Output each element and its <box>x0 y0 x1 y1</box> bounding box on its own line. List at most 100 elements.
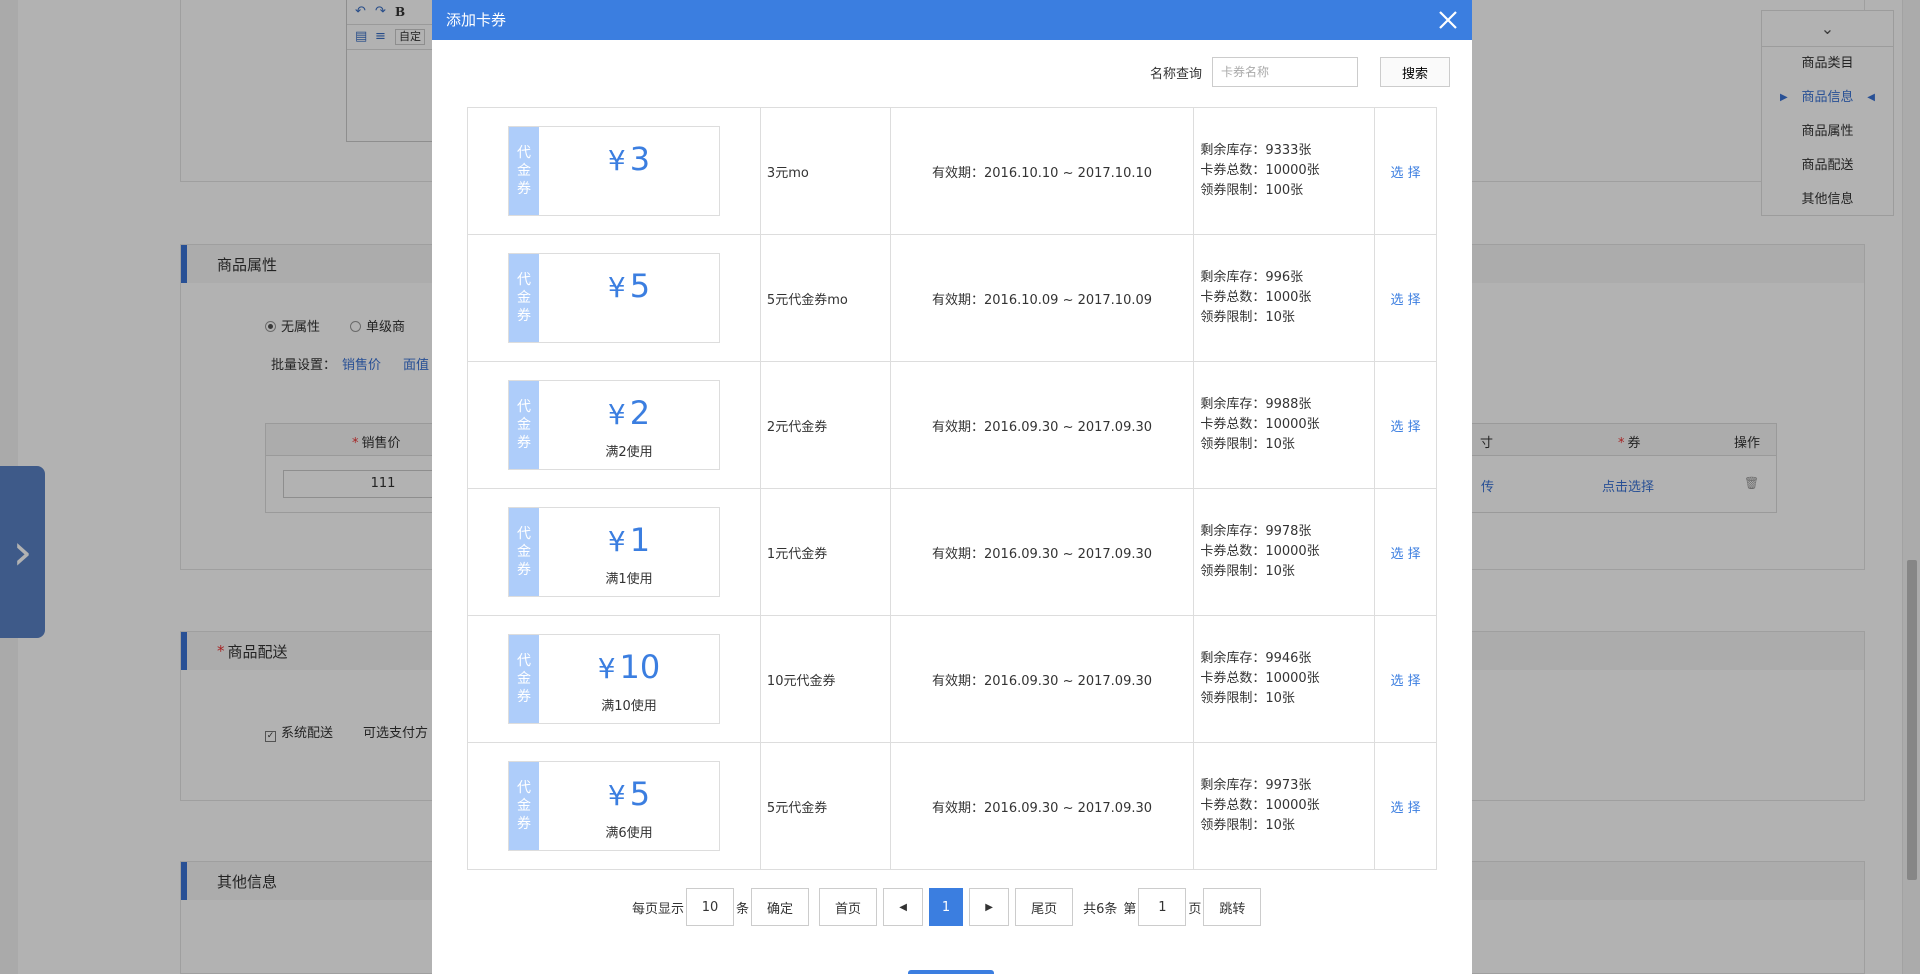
coupon-stock-cell: 剩余库存：9978张 卡券总数：10000张 领券限制：10张 <box>1193 488 1376 616</box>
select-coupon-link[interactable]: 选 择 <box>1390 166 1420 181</box>
coupon-action-cell: 选 择 <box>1374 488 1437 616</box>
coupon-total: 卡券总数：10000张 <box>1200 798 1320 813</box>
coupon-action-cell: 选 择 <box>1374 361 1437 489</box>
per-page-input[interactable]: 10 <box>686 888 735 926</box>
coupon-total: 卡券总数：10000张 <box>1200 163 1320 178</box>
coupon-tag: 代金券 <box>509 127 539 215</box>
yen-symbol: ¥ <box>607 525 626 558</box>
coupon-limit: 领券限制：10张 <box>1200 564 1295 579</box>
coupon-card: 代金券 ¥3 <box>508 126 720 216</box>
coupon-card-cell: 代金券 ¥5 <box>467 234 761 362</box>
select-coupon-link[interactable]: 选 择 <box>1390 674 1420 689</box>
coupon-validity: 有效期：2016.10.09 ~ 2017.10.09 <box>889 234 1195 362</box>
coupon-stock: 剩余库存：9988张 <box>1200 397 1312 412</box>
yen-symbol: ¥ <box>597 652 616 685</box>
select-coupon-link[interactable]: 选 择 <box>1390 293 1420 308</box>
close-icon[interactable] <box>1434 6 1462 34</box>
coupon-card: 代金券 ¥5 满6使用 <box>508 761 720 851</box>
coupon-card: 代金券 ¥5 <box>508 253 720 343</box>
select-coupon-link[interactable]: 选 择 <box>1390 801 1420 816</box>
modal-header: 添加卡券 <box>432 0 1472 40</box>
coupon-limit: 领券限制：10张 <box>1200 310 1295 325</box>
coupon-card: 代金券 ¥2 满2使用 <box>508 380 720 470</box>
pagination: 每页显示 10 条 确定 首页 ◀ 1 ▶ 尾页 共6条 第 1 页 跳转 <box>632 888 1262 926</box>
coupon-validity: 有效期：2016.09.30 ~ 2017.09.30 <box>889 742 1195 870</box>
coupon-tag: 代金券 <box>509 762 539 850</box>
coupon-condition: 满6使用 <box>605 826 653 841</box>
search-button[interactable]: 搜索 <box>1380 57 1450 87</box>
coupon-total: 卡券总数：10000张 <box>1200 671 1320 686</box>
coupon-limit: 领券限制：10张 <box>1200 437 1295 452</box>
coupon-card: 代金券 ¥1 满1使用 <box>508 507 720 597</box>
coupon-total: 卡券总数：1000张 <box>1200 290 1312 305</box>
page-suffix: 页 <box>1188 901 1202 917</box>
coupon-row: 代金券 ¥5 5元代金券mo 有效期：2016.10.09 ~ 2017.10.09 剩… <box>467 234 1437 362</box>
coupon-amount: ¥5 <box>607 775 651 813</box>
jump-page-input[interactable]: 1 <box>1138 888 1187 926</box>
coupon-action-cell: 选 择 <box>1374 234 1437 362</box>
yen-symbol: ¥ <box>607 144 626 177</box>
next-page-icon[interactable]: ▶ <box>969 888 1010 926</box>
page-prefix: 第 <box>1123 901 1137 917</box>
coupon-name: 2元代金券 <box>759 361 891 489</box>
coupon-action-cell: 选 择 <box>1374 615 1437 743</box>
coupon-tag: 代金券 <box>509 508 539 596</box>
search-bar: 名称查询 搜索 <box>1150 57 1450 87</box>
coupon-tag: 代金券 <box>509 254 539 342</box>
coupon-row: 代金券 ¥5 满6使用 5元代金券 有效期：2016.09.30 ~ 2017.09.3… <box>467 742 1437 870</box>
coupon-stock: 剩余库存：9973张 <box>1200 778 1312 793</box>
last-page-button[interactable]: 尾页 <box>1015 888 1074 926</box>
jump-button[interactable]: 跳转 <box>1203 888 1262 926</box>
coupon-amount: ¥2 <box>607 394 651 432</box>
search-label: 名称查询 <box>1149 66 1202 82</box>
coupon-tag: 代金券 <box>509 635 539 723</box>
first-page-button[interactable]: 首页 <box>819 888 878 926</box>
coupon-condition: 满10使用 <box>601 699 657 714</box>
yen-symbol: ¥ <box>607 398 626 431</box>
coupon-row: 代金券 ¥3 3元mo 有效期：2016.10.10 ~ 2017.10.10 剩余库存… <box>467 107 1437 235</box>
coupon-stock: 剩余库存：9333张 <box>1200 143 1312 158</box>
coupon-condition: 满1使用 <box>605 572 653 587</box>
yen-symbol: ¥ <box>607 271 626 304</box>
select-coupon-link[interactable]: 选 择 <box>1390 547 1420 562</box>
per-page-label: 每页显示 <box>632 901 685 917</box>
add-coupon-modal: 添加卡券 名称查询 搜索 代金券 ¥3 3元mo有效期：2016.10.10 ~ 2… <box>432 0 1472 974</box>
coupon-stock: 剩余库存：996张 <box>1200 270 1304 285</box>
per-page-confirm-button[interactable]: 确定 <box>751 888 810 926</box>
coupon-action-cell: 选 择 <box>1374 107 1437 235</box>
coupon-condition: 满2使用 <box>605 445 653 460</box>
coupon-amount: ¥5 <box>607 267 651 305</box>
coupon-card: 代金券 ¥10 满10使用 <box>508 634 720 724</box>
select-coupon-link[interactable]: 选 择 <box>1390 420 1420 435</box>
coupon-stock: 剩余库存：9946张 <box>1200 651 1312 666</box>
coupon-limit: 领券限制：10张 <box>1200 691 1295 706</box>
coupon-stock-cell: 剩余库存：9946张 卡券总数：10000张 领券限制：10张 <box>1193 615 1376 743</box>
total-count: 共6条 <box>1083 901 1118 917</box>
coupon-table-body: 代金券 ¥3 3元mo 有效期：2016.10.10 ~ 2017.10.10 剩余库存… <box>467 107 1437 870</box>
coupon-table: 代金券 ¥3 3元mo 有效期：2016.10.10 ~ 2017.10.10 剩余库存… <box>467 107 1437 870</box>
coupon-total: 卡券总数：10000张 <box>1200 544 1320 559</box>
coupon-limit: 领券限制：100张 <box>1200 183 1304 198</box>
coupon-name: 3元mo <box>759 107 891 235</box>
coupon-stock-cell: 剩余库存：996张 卡券总数：1000张 领券限制：10张 <box>1193 234 1376 362</box>
page-1-button[interactable]: 1 <box>929 888 964 926</box>
coupon-total: 卡券总数：10000张 <box>1200 417 1320 432</box>
prev-page-icon[interactable]: ◀ <box>883 888 924 926</box>
modal-confirm-button[interactable] <box>908 970 994 974</box>
coupon-row: 代金券 ¥1 满1使用 1元代金券 有效期：2016.09.30 ~ 2017.09.3… <box>467 488 1437 616</box>
coupon-limit: 领券限制：10张 <box>1200 818 1295 833</box>
modal-title: 添加卡券 <box>446 11 507 29</box>
search-input[interactable] <box>1212 57 1358 87</box>
coupon-card-cell: 代金券 ¥1 满1使用 <box>467 488 761 616</box>
coupon-row: 代金券 ¥10 满10使用 10元代金券 有效期：2016.09.30 ~ 2017.0… <box>467 615 1437 743</box>
coupon-stock-cell: 剩余库存：9973张 卡券总数：10000张 领券限制：10张 <box>1193 742 1376 870</box>
coupon-validity: 有效期：2016.09.30 ~ 2017.09.30 <box>889 361 1195 489</box>
coupon-validity: 有效期：2016.10.10 ~ 2017.10.10 <box>889 107 1195 235</box>
yen-symbol: ¥ <box>607 779 626 812</box>
coupon-stock-cell: 剩余库存：9333张 卡券总数：10000张 领券限制：100张 <box>1193 107 1376 235</box>
coupon-tag: 代金券 <box>509 381 539 469</box>
coupon-validity: 有效期：2016.09.30 ~ 2017.09.30 <box>889 615 1195 743</box>
coupon-card-cell: 代金券 ¥5 满6使用 <box>467 742 761 870</box>
coupon-card-cell: 代金券 ¥10 满10使用 <box>467 615 761 743</box>
coupon-validity: 有效期：2016.09.30 ~ 2017.09.30 <box>889 488 1195 616</box>
